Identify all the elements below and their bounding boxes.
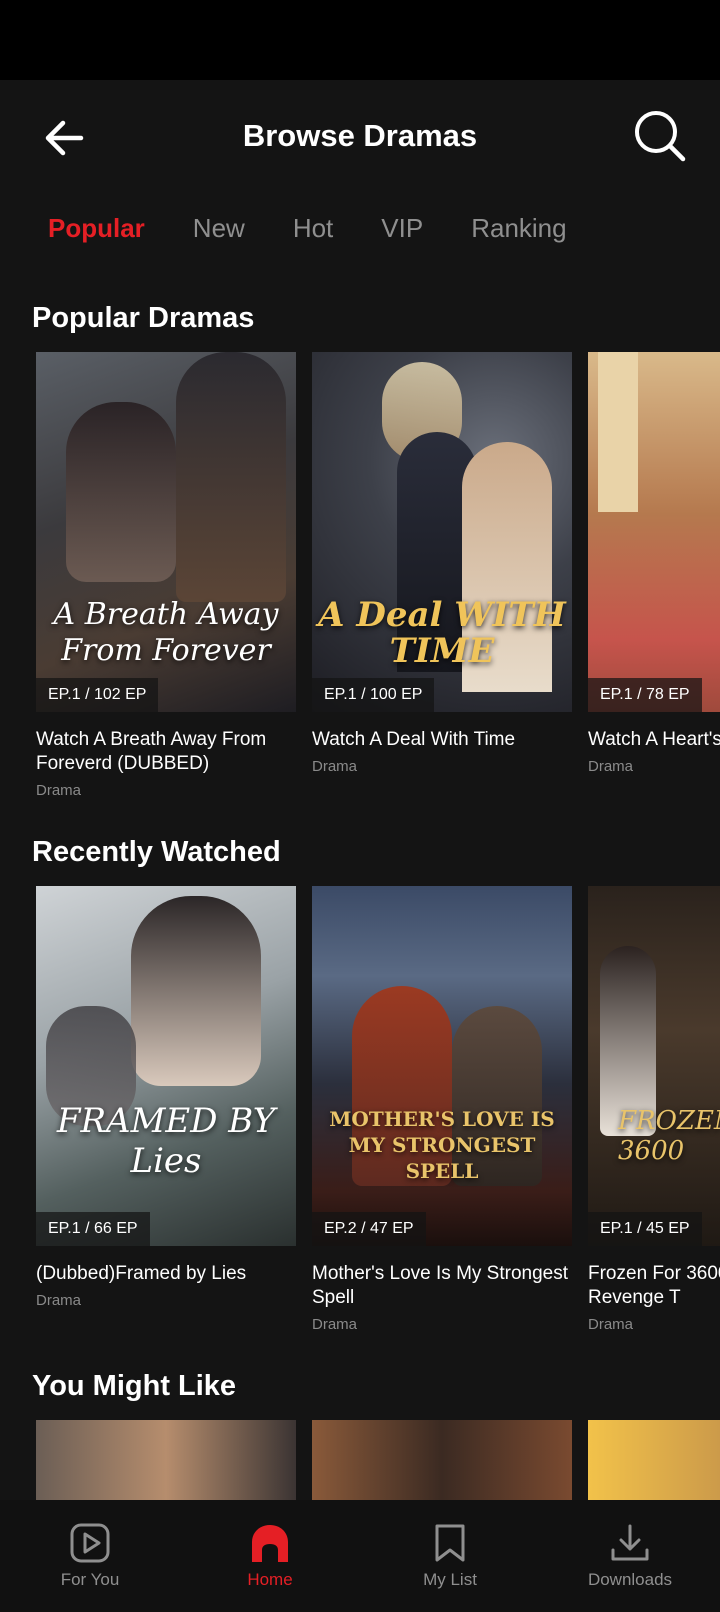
nav-for-you[interactable]: For You [0, 1500, 180, 1612]
card-title: Watch A Breath Away From Foreverd (DUBBE… [36, 729, 267, 774]
nav-label: My List [423, 1570, 477, 1589]
card-title: Watch A Heart's Distance [588, 729, 720, 750]
section-title: Popular Dramas [32, 302, 255, 334]
card-genre: Drama [312, 758, 358, 775]
download-icon [611, 1524, 649, 1561]
poster-image[interactable] [36, 1420, 296, 1500]
drama-row[interactable]: FRAMED BY Lies EP.1 / 66 EP (Dubbed)Fram… [36, 886, 720, 1346]
poster-title: MOTHER'S LOVE IS MY STRONGEST SPELL [329, 1107, 555, 1183]
card-title: (Dubbed)Framed by Lies [36, 1263, 247, 1284]
status-bar [0, 0, 720, 80]
episode-badge: EP.1 / 66 EP [36, 1212, 150, 1246]
card-genre: Drama [312, 1316, 358, 1333]
poster-image: FRAMED BY Lies EP.1 / 66 EP [36, 886, 296, 1246]
poster-title: A Deal WITH TIME [318, 595, 566, 671]
poster-image: EP.1 / 78 EP [588, 352, 720, 712]
episode-badge: EP.1 / 100 EP [312, 678, 435, 712]
category-tabs: Popular New Hot VIP Ranking [48, 212, 615, 252]
drama-card[interactable]: EP.1 / 78 EP Watch A Heart's Distance Dr… [588, 352, 720, 775]
nav-label: Home [247, 1570, 293, 1589]
poster-title: FROZEN THE 3600 [618, 1106, 720, 1166]
poster-image[interactable] [588, 1420, 720, 1500]
episode-badge: EP.1 / 45 EP [588, 1212, 702, 1246]
poster-title: FRAMED BY Lies [56, 1101, 276, 1181]
tab-ranking[interactable]: Ranking [471, 212, 566, 252]
episode-badge: EP.1 / 102 EP [36, 678, 159, 712]
nav-downloads[interactable]: Downloads [540, 1500, 720, 1612]
drama-card[interactable]: MOTHER'S LOVE IS MY STRONGEST SPELL EP.2… [312, 886, 572, 1333]
card-genre: Drama [588, 1316, 634, 1333]
header: Browse Dramas [0, 80, 720, 192]
search-button[interactable] [630, 106, 690, 166]
play-icon [70, 1523, 110, 1563]
card-genre: Drama [36, 1292, 82, 1309]
card-title: Watch A Deal With Time [312, 729, 516, 750]
poster-image: FROZEN THE 3600 EP.1 / 45 EP [588, 886, 720, 1246]
tab-hot[interactable]: Hot [293, 212, 333, 252]
section-title: Recently Watched [32, 836, 281, 868]
drama-row[interactable]: A Breath Away From Forever EP.1 / 102 EP… [36, 352, 720, 812]
tab-vip[interactable]: VIP [381, 212, 423, 252]
nav-label: Downloads [587, 1570, 673, 1589]
nav-home[interactable]: Home [180, 1500, 360, 1612]
episode-badge: EP.2 / 47 EP [312, 1212, 426, 1246]
drama-row[interactable] [36, 1420, 720, 1500]
poster-image: MOTHER'S LOVE IS MY STRONGEST SPELL EP.2… [312, 886, 572, 1246]
drama-card[interactable]: A Deal WITH TIME EP.1 / 100 EP Watch A D… [312, 352, 572, 775]
card-title: Frozen For 3600 Years: Revenge T [588, 1263, 720, 1308]
tab-popular[interactable]: Popular [48, 212, 145, 252]
card-genre: Drama [588, 758, 634, 775]
search-icon [635, 111, 686, 162]
poster-title: A Breath Away From Forever [53, 597, 279, 668]
nav-label: For You [60, 1570, 120, 1589]
drama-card[interactable]: FROZEN THE 3600 EP.1 / 45 EP Frozen For … [588, 886, 720, 1333]
home-icon [252, 1525, 288, 1562]
page-title: Browse Dramas [242, 118, 478, 153]
section-title: You Might Like [32, 1370, 237, 1402]
bottom-navigation: For You Home My List Downloads [0, 1500, 720, 1612]
poster-image[interactable] [312, 1420, 572, 1500]
drama-card[interactable]: A Breath Away From Forever EP.1 / 102 EP… [36, 352, 296, 799]
bookmark-icon [435, 1524, 465, 1562]
drama-card[interactable]: FRAMED BY Lies EP.1 / 66 EP (Dubbed)Fram… [36, 886, 296, 1309]
nav-my-list[interactable]: My List [360, 1500, 540, 1612]
poster-image: A Breath Away From Forever EP.1 / 102 EP [36, 352, 296, 712]
card-genre: Drama [36, 782, 82, 799]
tab-new[interactable]: New [193, 212, 245, 252]
poster-image: A Deal WITH TIME EP.1 / 100 EP [312, 352, 572, 712]
episode-badge: EP.1 / 78 EP [588, 678, 702, 712]
card-title: Mother's Love Is My Strongest Spell [312, 1263, 569, 1308]
